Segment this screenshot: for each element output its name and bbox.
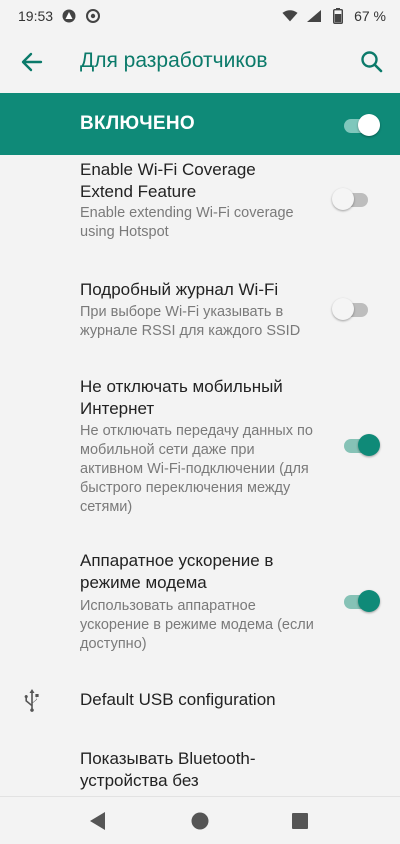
status-bar-left: 19:53 (18, 8, 101, 24)
wifi-icon (282, 8, 298, 24)
switch-thumb (332, 188, 354, 210)
mobile-data-always-on-toggle[interactable] (340, 433, 380, 456)
tethering-hw-acceleration-toggle[interactable] (340, 589, 380, 612)
setting-mobile-data-always-on[interactable]: Не отключать мобильный Интернет Не отклю… (0, 366, 400, 526)
setting-wifi-coverage-extend[interactable]: Enable Wi-Fi Coverage Extend Feature Ena… (0, 155, 400, 251)
page-title: Для разработчиков (80, 49, 268, 72)
setting-title: Не отключать мобильный Интернет (80, 377, 283, 418)
arrow-back-icon (21, 52, 43, 72)
setting-summary: Не отключать передачу данных по мобильно… (80, 423, 313, 515)
battery-percent: 67 % (354, 8, 386, 24)
nav-back-button[interactable] (86, 809, 110, 833)
verbose-wifi-logging-toggle[interactable] (332, 297, 372, 320)
switch-thumb (358, 114, 380, 136)
back-button[interactable] (18, 48, 46, 76)
switch-thumb (358, 434, 380, 456)
wifi-coverage-extend-toggle[interactable] (332, 187, 372, 210)
setting-summary: Enable extending Wi-Fi coverage using Ho… (80, 205, 294, 240)
setting-tethering-hardware-acceleration[interactable]: Аппаратное ускорение в режиме модема Исп… (0, 540, 400, 656)
navigation-bar (0, 796, 400, 844)
sync-app-icon (85, 8, 101, 24)
setting-summary: Использовать аппаратное ускорение в режи… (80, 598, 314, 652)
nav-home-button[interactable] (188, 809, 212, 833)
search-button[interactable] (358, 48, 386, 76)
home-circle-icon (191, 812, 209, 830)
setting-verbose-wifi-logging[interactable]: Подробный журнал Wi-Fi При выборе Wi-Fi … (0, 268, 400, 348)
master-switch-label: ВКЛЮЧЕНО (80, 113, 195, 134)
master-toggle-switch[interactable] (340, 113, 380, 136)
android-system-icon (61, 8, 77, 24)
setting-show-bluetooth-devices[interactable]: Показывать Bluetooth-устройства без (0, 740, 400, 796)
signal-icon (306, 8, 322, 24)
status-bar: 19:53 67 % (0, 0, 400, 32)
setting-title: Показывать Bluetooth-устройства без (80, 749, 256, 790)
back-triangle-icon (90, 812, 105, 830)
nav-recents-button[interactable] (288, 809, 312, 833)
developer-options-master-bar[interactable]: ВКЛЮЧЕНО (0, 93, 400, 155)
app-bar: Для разработчиков (0, 32, 400, 92)
battery-icon (330, 8, 346, 24)
status-bar-right: 67 % (282, 8, 386, 24)
status-time: 19:53 (18, 8, 54, 24)
setting-default-usb-configuration[interactable]: Default USB configuration (0, 672, 400, 728)
setting-title: Enable Wi-Fi Coverage Extend Feature (80, 160, 256, 201)
recents-square-icon (292, 813, 308, 829)
search-icon (361, 51, 383, 73)
switch-thumb (332, 298, 354, 320)
setting-title: Default USB configuration (80, 690, 276, 709)
setting-title: Аппаратное ускорение в режиме модема (80, 551, 274, 592)
setting-title: Подробный журнал Wi-Fi (80, 280, 279, 299)
setting-summary: При выборе Wi-Fi указывать в журнале RSS… (80, 304, 301, 339)
switch-thumb (358, 590, 380, 612)
usb-icon (22, 688, 42, 712)
